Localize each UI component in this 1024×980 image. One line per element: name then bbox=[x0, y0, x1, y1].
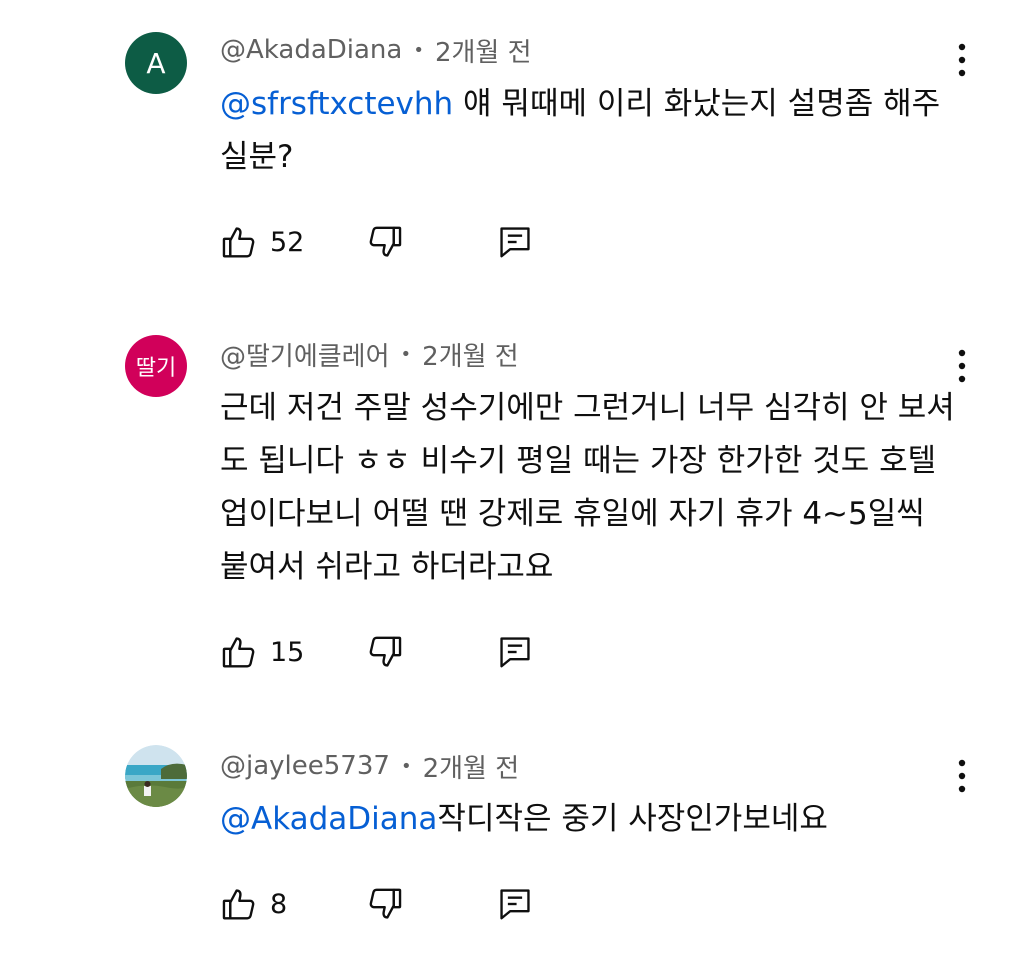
meta-separator: • bbox=[400, 343, 412, 365]
comment-text: @AkadaDiana작디작은 중기 사장인가보네요 bbox=[220, 793, 960, 846]
comment-meta: @jaylee5737 • 2개월 전 bbox=[220, 748, 520, 785]
avatar-initial: 딸기 bbox=[135, 356, 177, 381]
meta-separator: • bbox=[413, 39, 424, 61]
comment-body: 근데 저건 주말 성수기에만 그런거니 너무 심각히 안 보셔도 됩니다 ㅎㅎ … bbox=[220, 390, 955, 585]
timestamp[interactable]: 2개월 전 bbox=[422, 336, 519, 373]
more-vertical-icon bbox=[958, 349, 966, 383]
comment-actions: 8 bbox=[220, 884, 560, 924]
thumbs-down-icon bbox=[369, 888, 402, 919]
avatar-image bbox=[125, 745, 187, 807]
thumbs-up-icon bbox=[222, 637, 255, 668]
reply-icon bbox=[500, 637, 530, 668]
comment-text: 근데 저건 주말 성수기에만 그런거니 너무 심각히 안 보셔도 됩니다 ㅎㅎ … bbox=[220, 382, 960, 594]
avatar[interactable]: 딸기 bbox=[125, 335, 187, 397]
comment-meta: @AkadaDiana • 2개월 전 bbox=[220, 32, 532, 69]
author-name[interactable]: @jaylee5737 bbox=[220, 751, 390, 781]
like-button[interactable]: 15 bbox=[220, 632, 304, 672]
dislike-button[interactable] bbox=[366, 884, 404, 924]
comment-meta: @딸기에클레어 • 2개월 전 bbox=[220, 336, 519, 373]
comment-menu-button[interactable] bbox=[948, 38, 976, 82]
more-vertical-icon bbox=[958, 43, 966, 77]
avatar[interactable]: A bbox=[125, 32, 187, 94]
thumbs-down-icon bbox=[369, 226, 402, 257]
comment-menu-button[interactable] bbox=[948, 754, 976, 798]
like-count: 8 bbox=[270, 888, 288, 920]
comment-text: @sfrsftxctevhh 얘 뭐때메 이리 화났는지 설명좀 해주실분? bbox=[220, 78, 960, 184]
reply-button[interactable] bbox=[496, 222, 534, 262]
thumbs-up-icon bbox=[222, 227, 255, 258]
reply-button[interactable] bbox=[496, 632, 534, 672]
like-button[interactable]: 52 bbox=[220, 222, 304, 262]
timestamp[interactable]: 2개월 전 bbox=[435, 32, 532, 69]
more-vertical-icon bbox=[958, 759, 966, 793]
author-name[interactable]: @AkadaDiana bbox=[220, 35, 402, 65]
meta-separator: • bbox=[400, 755, 412, 777]
avatar[interactable] bbox=[125, 745, 187, 807]
mention-link[interactable]: @sfrsftxctevhh bbox=[220, 86, 453, 122]
like-button[interactable]: 8 bbox=[220, 884, 287, 924]
comment-actions: 15 bbox=[220, 632, 560, 672]
dislike-button[interactable] bbox=[366, 632, 404, 672]
comment-body: 작디작은 중기 사장인가보네요 bbox=[437, 801, 828, 837]
thumbs-down-icon bbox=[369, 636, 402, 667]
dislike-button[interactable] bbox=[366, 222, 404, 262]
mention-link[interactable]: @AkadaDiana bbox=[220, 801, 437, 837]
comment-menu-button[interactable] bbox=[948, 344, 976, 388]
author-name[interactable]: @딸기에클레어 bbox=[220, 336, 390, 373]
reply-icon bbox=[500, 227, 530, 258]
timestamp[interactable]: 2개월 전 bbox=[423, 748, 520, 785]
like-count: 52 bbox=[270, 226, 305, 258]
avatar-initial: A bbox=[146, 46, 166, 80]
like-count: 15 bbox=[270, 636, 305, 668]
thumbs-up-icon bbox=[222, 889, 255, 920]
reply-icon bbox=[500, 889, 530, 920]
comment-actions: 52 bbox=[220, 222, 560, 262]
reply-button[interactable] bbox=[496, 884, 534, 924]
